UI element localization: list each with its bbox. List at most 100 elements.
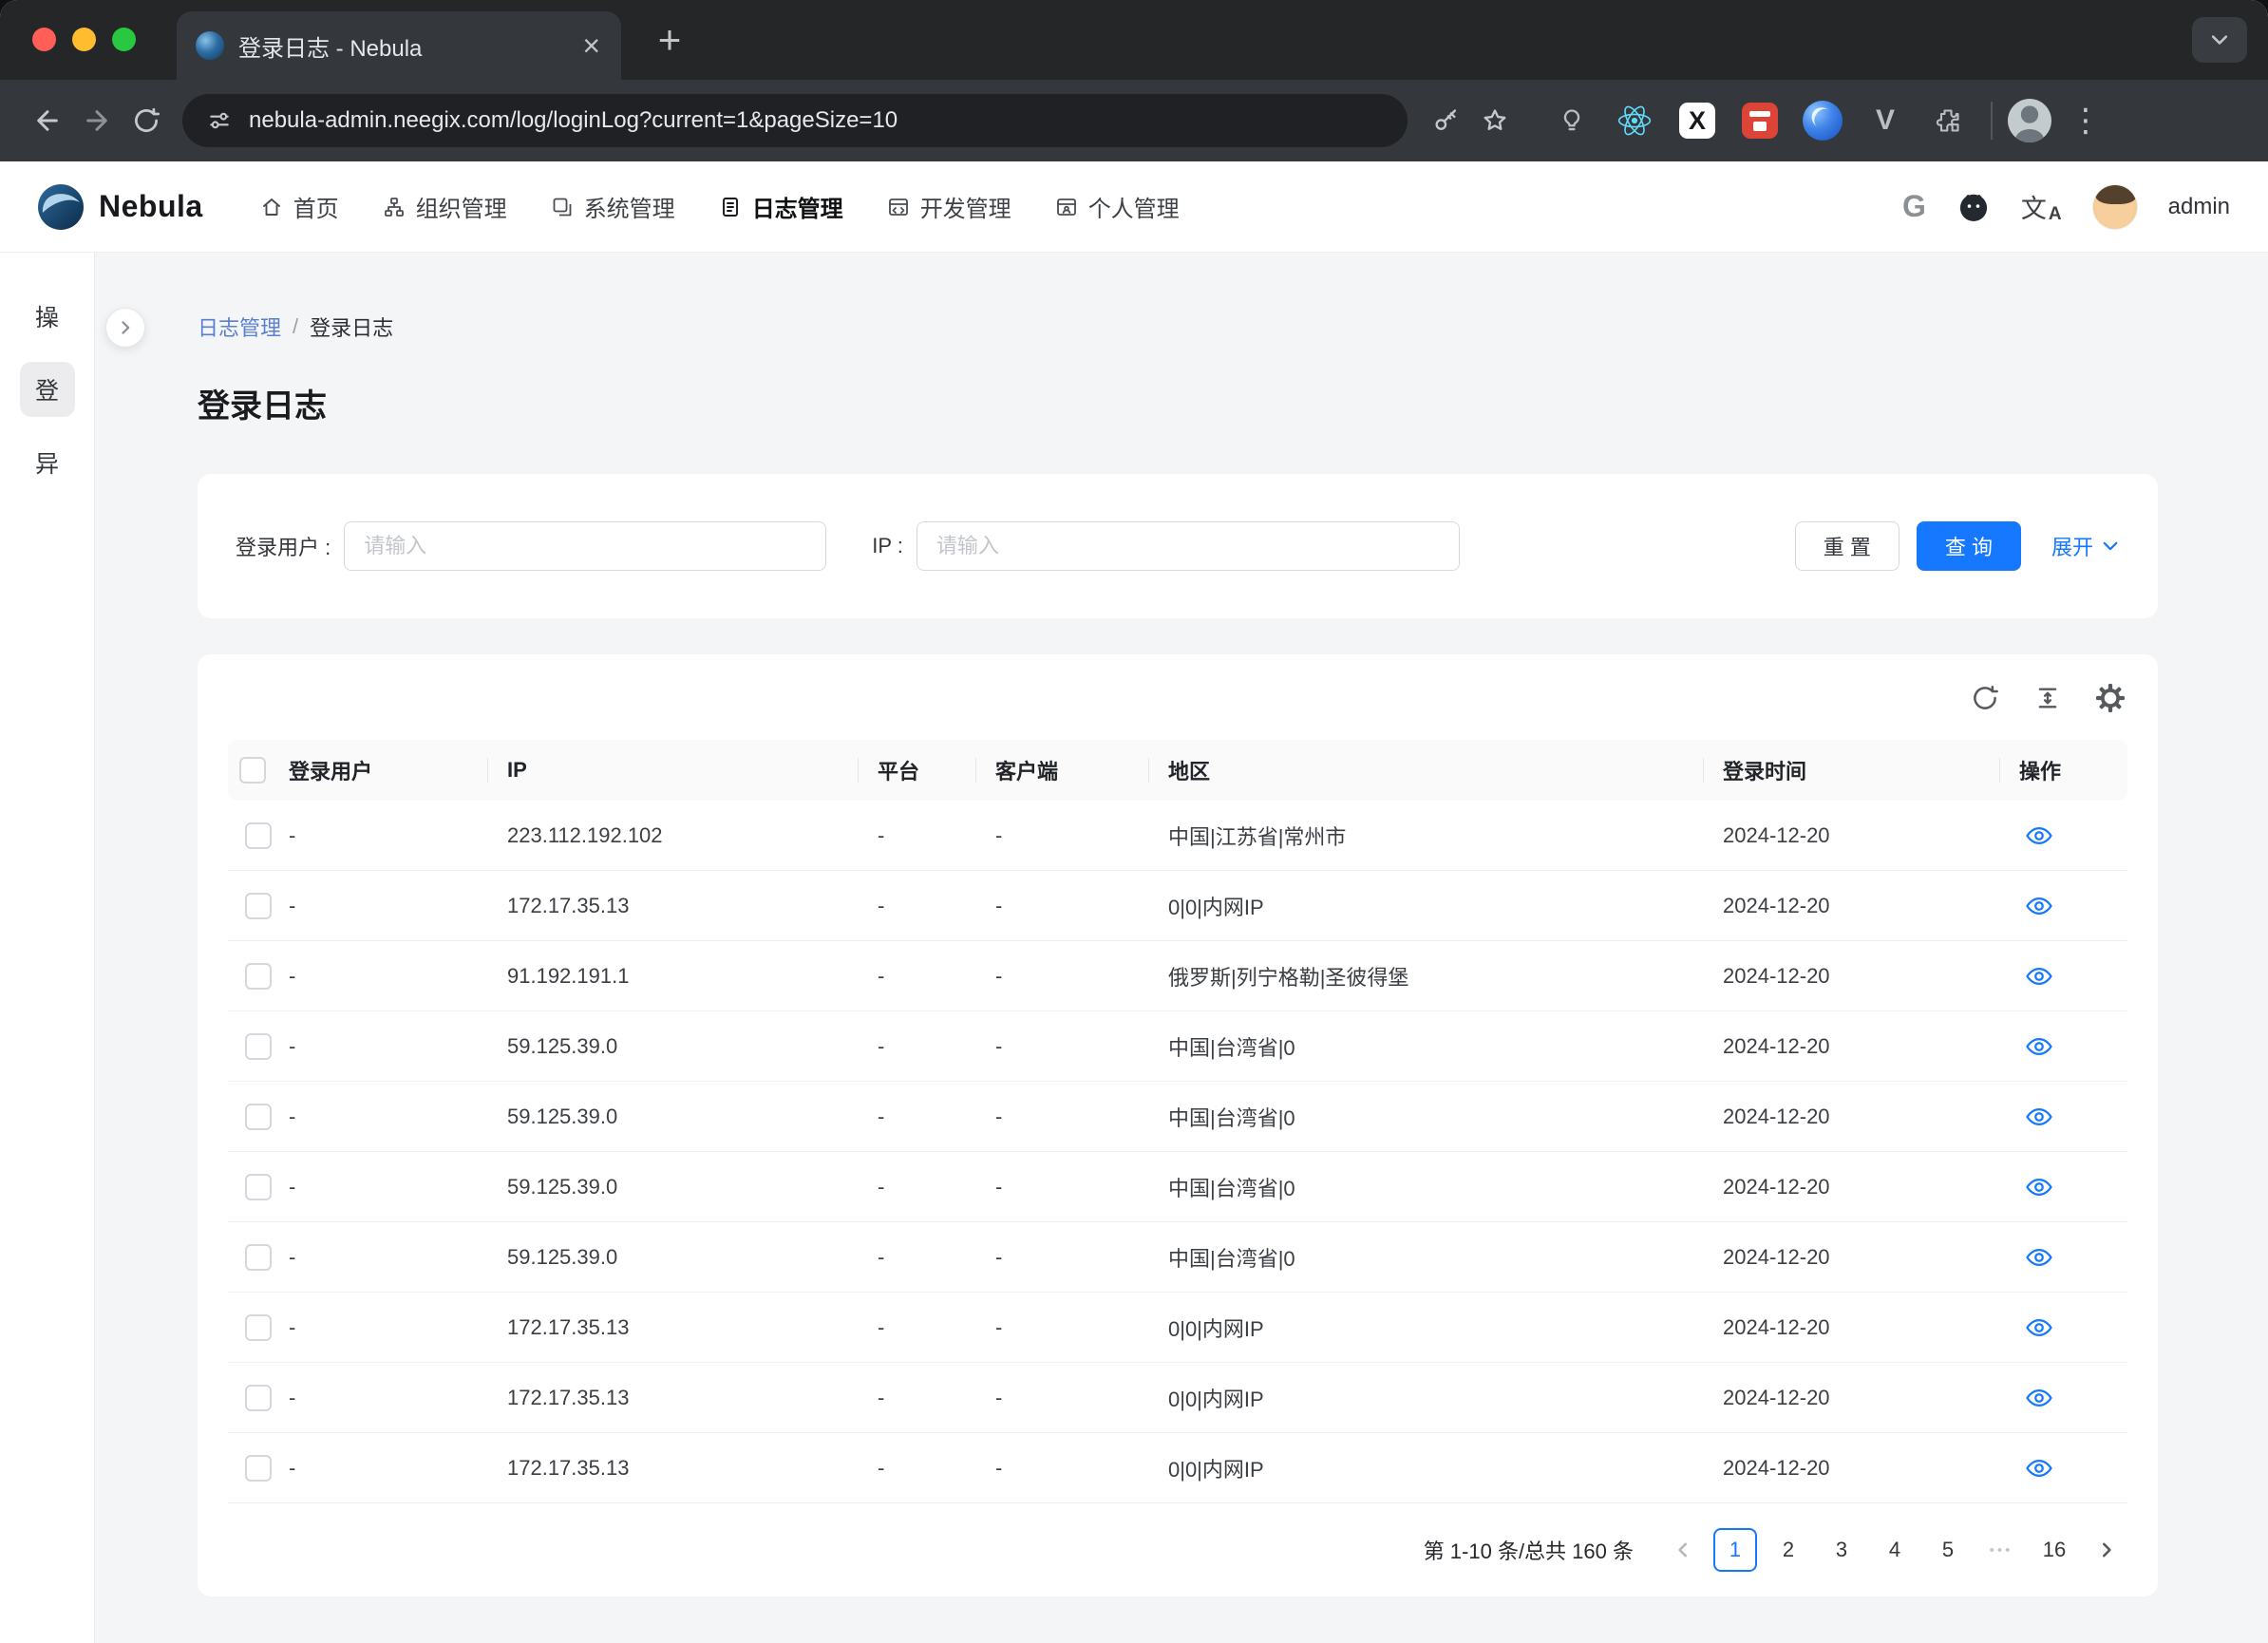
close-window-button[interactable] [32,28,56,51]
column-header-ip[interactable]: IP [507,758,878,783]
row-checkbox[interactable] [245,963,272,990]
reload-button[interactable] [122,96,171,145]
view-detail-eye-icon[interactable] [2025,822,2053,850]
breadcrumb-parent[interactable]: 日志管理 [198,312,281,342]
brand[interactable]: Nebula [38,184,203,230]
react-devtools-extension-icon[interactable] [1607,93,1662,148]
view-detail-eye-icon[interactable] [2025,1032,2053,1061]
row-checkbox[interactable] [245,1244,272,1271]
cell-region: 0|0|内网IP [1168,1453,1723,1483]
pagination-page-1[interactable]: 1 [1713,1528,1757,1572]
cell-platform: - [878,1034,995,1059]
bookmark-star-icon[interactable] [1470,96,1520,145]
row-checkbox[interactable] [245,1385,272,1411]
tab-close-icon[interactable]: × [576,30,606,61]
blue-sphere-extension-icon[interactable] [1795,93,1850,148]
page-title: 登录日志 [198,380,2158,426]
red-extension-icon[interactable] [1732,93,1787,148]
tab-list-chevron-icon[interactable] [2192,17,2247,63]
view-detail-eye-icon[interactable] [2025,1173,2053,1201]
search-button[interactable]: 查 询 [1917,521,2021,571]
translate-icon[interactable]: 文 A [2021,188,2062,225]
pagination-page-3[interactable]: 3 [1820,1528,1863,1572]
new-tab-button[interactable]: + [648,19,691,63]
nav-item-log[interactable]: 日志管理 [719,190,843,223]
cell-region: 中国|台湾省|0 [1168,1102,1723,1132]
cell-client: - [995,1175,1168,1199]
reset-button[interactable]: 重 置 [1795,521,1899,571]
row-checkbox[interactable] [245,1314,272,1341]
v-letter: V [1876,104,1895,137]
refresh-icon[interactable] [1968,681,2002,715]
view-detail-eye-icon[interactable] [2025,962,2053,991]
gitee-icon[interactable]: G [1902,189,1926,224]
column-header-region[interactable]: 地区 [1168,755,1723,785]
view-detail-eye-icon[interactable] [2025,1454,2053,1482]
row-checkbox[interactable] [245,1104,272,1130]
cell-platform: - [878,1386,995,1410]
table-row: - 59.125.39.0 - - 中国|台湾省|0 2024-12-20 [228,1222,2127,1293]
password-key-icon[interactable] [1421,96,1470,145]
address-bar[interactable]: nebula-admin.neegix.com/log/loginLog?cur… [182,94,1408,147]
x-extension-icon[interactable]: X [1670,93,1725,148]
pagination-page-16[interactable]: 16 [2032,1528,2076,1572]
pagination-next-icon[interactable] [2086,1529,2127,1571]
row-checkbox[interactable] [245,893,272,919]
cell-client: - [995,894,1168,918]
lightbulb-extension-icon[interactable] [1544,93,1599,148]
nav-item-organization[interactable]: 组织管理 [383,190,507,223]
table-settings-gear-icon[interactable] [2093,681,2127,715]
sidebar-item-login-log[interactable]: 登 [20,362,75,417]
nav-item-system[interactable]: 系统管理 [551,190,675,223]
user-filter-input[interactable] [344,521,826,571]
select-all-checkbox[interactable] [239,757,266,784]
toolbar-divider [1991,102,1993,140]
nav-item-dev[interactable]: 开发管理 [887,190,1011,223]
sidebar-expand-button[interactable] [105,308,145,348]
extensions-puzzle-icon[interactable] [1920,93,1975,148]
user-avatar[interactable] [2092,184,2138,230]
sidebar-item-error-log[interactable]: 异 [20,435,75,490]
view-detail-eye-icon[interactable] [2025,1313,2053,1342]
cell-platform: - [878,1245,995,1270]
nav-item-personal[interactable]: 个人管理 [1055,190,1180,223]
browser-menu-kebab-icon[interactable]: ⋮ [2067,102,2105,140]
view-detail-eye-icon[interactable] [2025,1243,2053,1272]
row-checkbox[interactable] [245,1455,272,1482]
browser-tab[interactable]: 登录日志 - Nebula × [177,11,621,80]
cell-ip: 59.125.39.0 [507,1245,878,1270]
v-extension-icon[interactable]: V [1858,93,1913,148]
nav-item-home[interactable]: 首页 [260,190,339,223]
column-header-time[interactable]: 登录时间 [1723,755,2019,785]
view-detail-eye-icon[interactable] [2025,1103,2053,1131]
pagination-prev-icon[interactable] [1662,1529,1704,1571]
column-header-user[interactable]: 登录用户 [289,755,507,785]
brand-name: Nebula [99,189,203,224]
back-button[interactable] [23,96,72,145]
nav-label: 组织管理 [416,190,507,223]
pagination-page-5[interactable]: 5 [1926,1528,1970,1572]
view-detail-eye-icon[interactable] [2025,1384,2053,1412]
ip-filter-input[interactable] [917,521,1460,571]
cell-platform: - [878,1105,995,1129]
table-header-row: 登录用户 IP 平台 客户端 地区 登录时间 操作 [228,740,2127,801]
pagination-page-4[interactable]: 4 [1873,1528,1917,1572]
fullscreen-window-button[interactable] [112,28,136,51]
url-text: nebula-admin.neegix.com/log/loginLog?cur… [249,107,1383,134]
minimize-window-button[interactable] [72,28,96,51]
browser-profile-avatar[interactable] [2008,99,2051,142]
forward-button[interactable] [72,96,122,145]
pagination-page-2[interactable]: 2 [1767,1528,1810,1572]
github-icon[interactable] [1956,190,1991,224]
column-header-client[interactable]: 客户端 [995,755,1168,785]
site-info-icon[interactable] [207,108,232,133]
row-checkbox[interactable] [245,1174,272,1200]
expand-filters-link[interactable]: 展开 [2051,531,2120,561]
sidebar-item-operation-log[interactable]: 操 [20,289,75,344]
row-checkbox[interactable] [245,1033,272,1060]
column-header-platform[interactable]: 平台 [878,755,995,785]
view-detail-eye-icon[interactable] [2025,892,2053,920]
column-height-icon[interactable] [2031,681,2065,715]
nav-label: 系统管理 [584,190,675,223]
row-checkbox[interactable] [245,822,272,849]
